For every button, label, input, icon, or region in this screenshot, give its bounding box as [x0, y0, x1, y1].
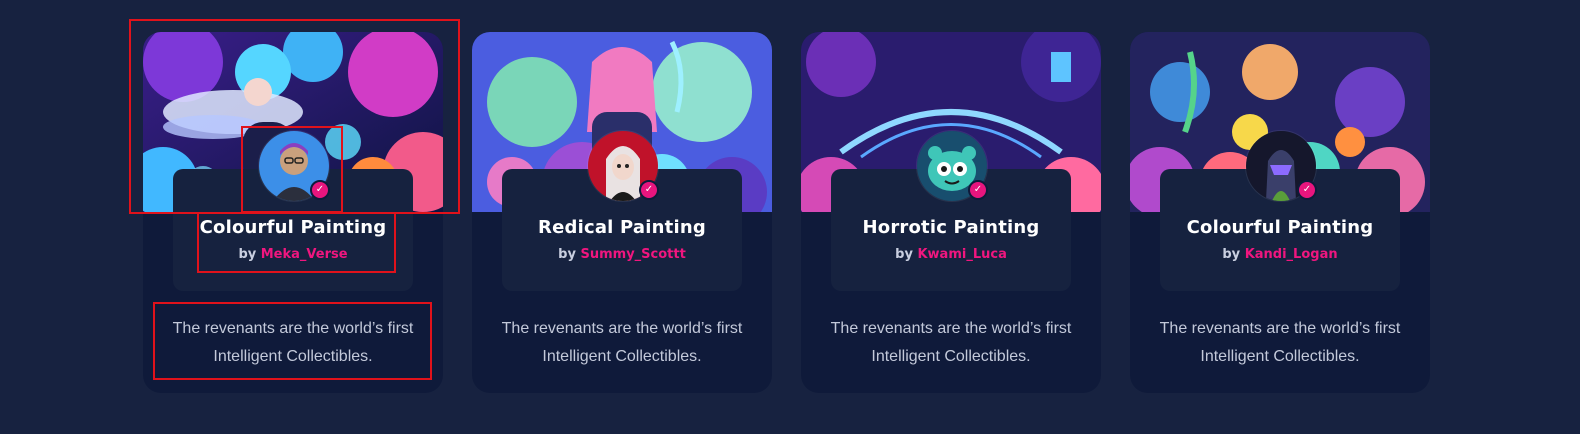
verified-check-icon: ✓	[968, 180, 988, 200]
description-line-2: Intelligent Collectibles.	[542, 348, 702, 365]
creator-avatar-1[interactable]: ✓	[258, 130, 330, 202]
card-description: The revenants are the world’s first Inte…	[472, 315, 772, 371]
byline-prefix: by	[1222, 247, 1241, 262]
card-description: The revenants are the world’s first Inte…	[1130, 315, 1430, 371]
nft-card-2[interactable]: ✓ Redical Painting by Summy_Scottt The r…	[472, 32, 772, 393]
card-title[interactable]: Colourful Painting	[1130, 217, 1430, 238]
card-description: The revenants are the world’s first Inte…	[801, 315, 1101, 371]
card-byline: by Meka_Verse	[143, 247, 443, 262]
author-link[interactable]: Summy_Scottt	[580, 247, 685, 262]
card-byline: by Kandi_Logan	[1130, 247, 1430, 262]
card-title[interactable]: Colourful Painting	[143, 217, 443, 238]
nft-card-4[interactable]: ✓ Colourful Painting by Kandi_Logan The …	[1130, 32, 1430, 393]
card-byline: by Kwami_Luca	[801, 247, 1101, 262]
author-link[interactable]: Kandi_Logan	[1245, 247, 1338, 262]
nft-card-row: ✓ Colourful Painting by Meka_Verse The r…	[0, 0, 1580, 434]
card-title[interactable]: Redical Painting	[472, 217, 772, 238]
description-line-1: The revenants are the world’s first	[172, 320, 414, 337]
byline-prefix: by	[558, 247, 576, 262]
author-link[interactable]: Kwami_Luca	[917, 247, 1006, 262]
creator-avatar-3[interactable]: ✓	[916, 130, 988, 202]
card-description: The revenants are the world’s first Inte…	[143, 315, 443, 371]
card-byline: by Summy_Scottt	[472, 247, 772, 262]
nft-card-1[interactable]: ✓ Colourful Painting by Meka_Verse The r…	[143, 32, 443, 393]
description-line-2: Intelligent Collectibles.	[213, 348, 373, 365]
byline-prefix: by	[895, 247, 913, 262]
nft-card-3[interactable]: ✓ Horrotic Painting by Kwami_Luca The re…	[801, 32, 1101, 393]
description-line-1: The revenants are the world’s first	[1159, 320, 1401, 337]
card-title[interactable]: Horrotic Painting	[801, 217, 1101, 238]
description-line-2: Intelligent Collectibles.	[1200, 348, 1360, 365]
description-line-1: The revenants are the world’s first	[830, 320, 1072, 337]
verified-check-icon: ✓	[1297, 180, 1317, 200]
creator-avatar-4[interactable]: ✓	[1245, 130, 1317, 202]
description-line-1: The revenants are the world’s first	[501, 320, 743, 337]
description-line-2: Intelligent Collectibles.	[871, 348, 1031, 365]
byline-prefix: by	[238, 247, 257, 262]
author-link[interactable]: Meka_Verse	[261, 247, 348, 262]
creator-avatar-2[interactable]: ✓	[587, 130, 659, 202]
verified-check-icon: ✓	[639, 180, 659, 200]
verified-check-icon: ✓	[310, 180, 330, 200]
